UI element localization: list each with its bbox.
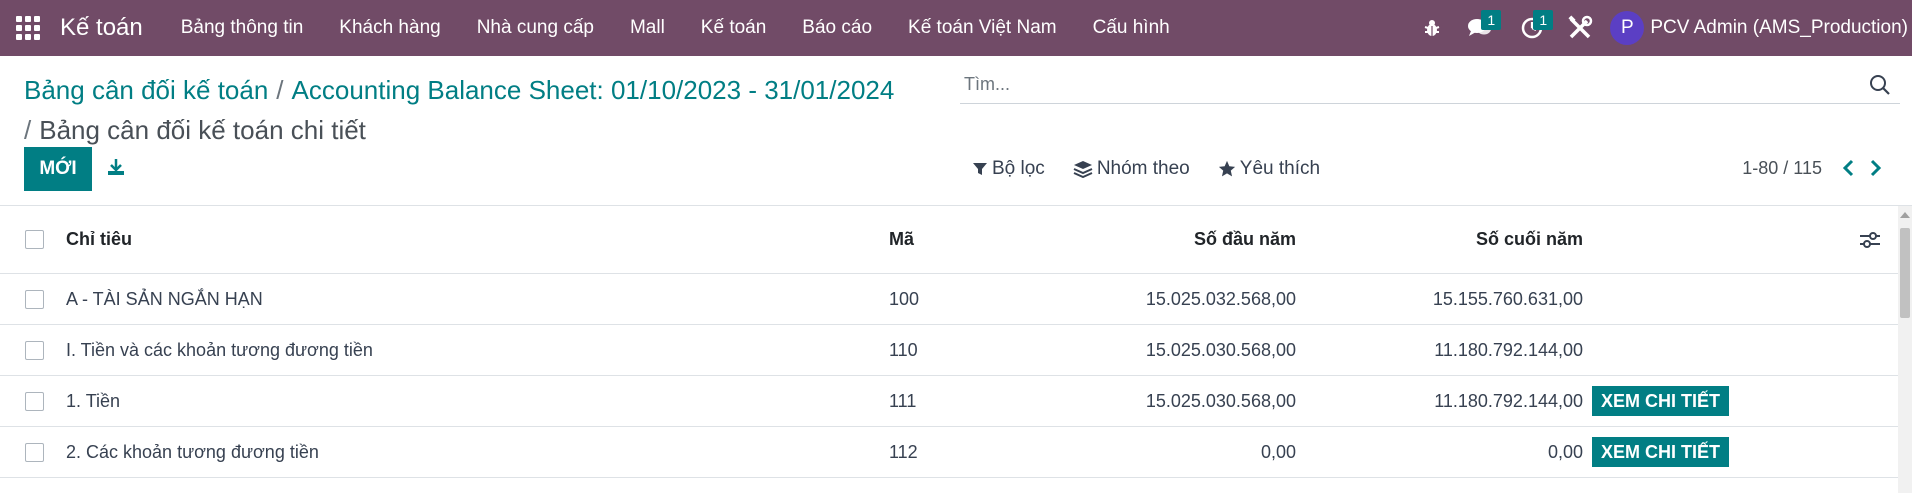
new-button[interactable]: MỚI — [24, 147, 92, 191]
top-navbar: Kế toán Bảng thông tin Khách hàng Nhà cu… — [0, 0, 1912, 56]
row-name: 1. Tiền — [66, 390, 121, 411]
user-name: PCV Admin (AMS_Production) — [1650, 17, 1908, 38]
pager: 1-80 / 115 — [1742, 155, 1888, 181]
table-header: Chỉ tiêu Mã Số đầu năm Số cuối năm — [0, 206, 1898, 274]
menu-item-mall[interactable]: Mall — [612, 0, 683, 56]
pager-next-button[interactable] — [1862, 155, 1888, 181]
table-row[interactable]: I. Tiền và các khoản tương đương tiền 11… — [0, 325, 1898, 376]
row-name: I. Tiền và các khoản tương đương tiền — [66, 339, 373, 360]
view-detail-button[interactable]: XEM CHI TIẾT — [1592, 437, 1730, 467]
row-select-cell — [24, 427, 44, 477]
search-options: Bộ lọc Nhóm theo Yêu thích — [972, 158, 1348, 180]
row-code: 112 — [889, 441, 918, 462]
filter-label: Bộ lọc — [992, 158, 1045, 179]
row-action-cell: XEM CHI TIẾT — [1592, 427, 1730, 477]
search-bar — [960, 66, 1900, 104]
row-select-cell — [24, 274, 44, 324]
favorites-label: Yêu thích — [1239, 158, 1321, 179]
breadcrumb-separator: / — [24, 115, 32, 145]
row-opening: 15.025.030.568,00 — [1145, 339, 1296, 360]
layers-icon — [1073, 161, 1093, 178]
menu-item-reports[interactable]: Báo cáo — [784, 0, 890, 56]
row-checkbox[interactable] — [24, 289, 44, 309]
user-menu[interactable]: P PCV Admin (AMS_Production) — [1610, 11, 1908, 45]
main-menu: Bảng thông tin Khách hàng Nhà cung cấp M… — [163, 0, 1188, 56]
row-checkbox[interactable] — [24, 340, 44, 360]
scroll-up-arrow-icon[interactable] — [1900, 212, 1910, 218]
row-closing: 15.155.760.631,00 — [1432, 288, 1583, 309]
download-icon[interactable] — [104, 153, 128, 181]
apps-menu-icon[interactable] — [16, 16, 40, 40]
row-select-cell — [24, 325, 44, 375]
menu-item-customers[interactable]: Khách hàng — [321, 0, 458, 56]
breadcrumb-item-balance-sheet[interactable]: Bảng cân đối kế toán — [24, 75, 268, 105]
star-icon — [1218, 160, 1235, 177]
group-by-button[interactable]: Nhóm theo — [1073, 158, 1190, 180]
column-header-code[interactable]: Mã — [889, 206, 914, 273]
filter-icon — [973, 163, 987, 175]
scrollbar-thumb[interactable] — [1900, 228, 1910, 318]
row-opening: 15.025.032.568,00 — [1145, 288, 1296, 309]
breadcrumb-current: Bảng cân đối kế toán chi tiết — [39, 115, 366, 145]
row-closing: 0,00 — [1547, 441, 1583, 462]
pager-value[interactable]: 1-80 / 115 — [1742, 158, 1822, 179]
pager-previous-button[interactable] — [1836, 155, 1862, 181]
view-detail-button[interactable]: XEM CHI TIẾT — [1592, 386, 1730, 416]
chevron-right-icon — [1870, 159, 1882, 177]
menu-item-accounting[interactable]: Kế toán — [683, 0, 785, 56]
row-checkbox[interactable] — [24, 442, 44, 462]
column-header-closing[interactable]: Số cuối năm — [1300, 206, 1583, 273]
row-closing: 11.180.792.144,00 — [1434, 390, 1583, 411]
favorites-button[interactable]: Yêu thích — [1218, 158, 1320, 180]
menu-item-configuration[interactable]: Cấu hình — [1075, 0, 1188, 56]
menu-item-dashboard[interactable]: Bảng thông tin — [163, 0, 322, 56]
messages-icon[interactable]: 1 — [1454, 0, 1506, 56]
scrollbar[interactable] — [1898, 206, 1912, 493]
chevron-left-icon — [1842, 159, 1854, 177]
row-name: A - TÀI SẢN NGẮN HẠN — [66, 288, 263, 309]
row-action-cell: XEM CHI TIẾT — [1592, 376, 1730, 426]
bug-icon[interactable] — [1410, 0, 1454, 56]
systray: 1 1 P PCV Admin (AMS_Production) — [1410, 0, 1912, 56]
row-checkbox[interactable] — [24, 391, 44, 411]
table-row[interactable]: A - TÀI SẢN NGẮN HẠN 100 15.025.032.568,… — [0, 274, 1898, 325]
filter-button[interactable]: Bộ lọc — [972, 158, 1045, 180]
breadcrumb-item-report[interactable]: Accounting Balance Sheet: 01/10/2023 - 3… — [292, 75, 895, 105]
row-code: 110 — [889, 339, 918, 360]
row-closing: 11.180.792.144,00 — [1434, 339, 1583, 360]
activities-clock-icon[interactable]: 1 — [1506, 0, 1558, 56]
column-header-opening[interactable]: Số đầu năm — [1000, 206, 1296, 273]
menu-item-vendors[interactable]: Nhà cung cấp — [459, 0, 612, 56]
column-header-name[interactable]: Chỉ tiêu — [66, 206, 132, 273]
tools-icon[interactable] — [1558, 0, 1602, 56]
list-table: Chỉ tiêu Mã Số đầu năm Số cuối năm A - T… — [0, 206, 1898, 478]
table-row[interactable]: 2. Các khoản tương đương tiền 112 0,00 0… — [0, 427, 1898, 478]
column-settings-icon[interactable] — [1858, 228, 1882, 252]
row-opening: 0,00 — [1260, 441, 1296, 462]
row-code: 100 — [889, 288, 920, 309]
search-input[interactable] — [960, 74, 1860, 95]
search-icon[interactable] — [1868, 73, 1892, 97]
avatar: P — [1610, 11, 1645, 45]
activities-count-badge: 1 — [1533, 10, 1554, 30]
messages-count-badge: 1 — [1481, 10, 1502, 30]
app-title[interactable]: Kế toán — [60, 14, 143, 42]
row-name: 2. Các khoản tương đương tiền — [66, 441, 319, 462]
row-select-cell — [24, 376, 44, 426]
menu-item-vn-accounting[interactable]: Kế toán Việt Nam — [890, 0, 1075, 56]
row-opening: 15.025.030.568,00 — [1145, 390, 1296, 411]
row-code: 111 — [889, 390, 917, 411]
breadcrumb: Bảng cân đối kế toán / Accounting Balance … — [24, 70, 954, 150]
table-row[interactable]: 1. Tiền 111 15.025.030.568,00 11.180.792… — [0, 376, 1898, 427]
group-by-label: Nhóm theo — [1096, 158, 1190, 179]
select-all-cell — [24, 206, 44, 273]
breadcrumb-separator: / — [276, 75, 284, 105]
select-all-checkbox[interactable] — [24, 230, 44, 249]
